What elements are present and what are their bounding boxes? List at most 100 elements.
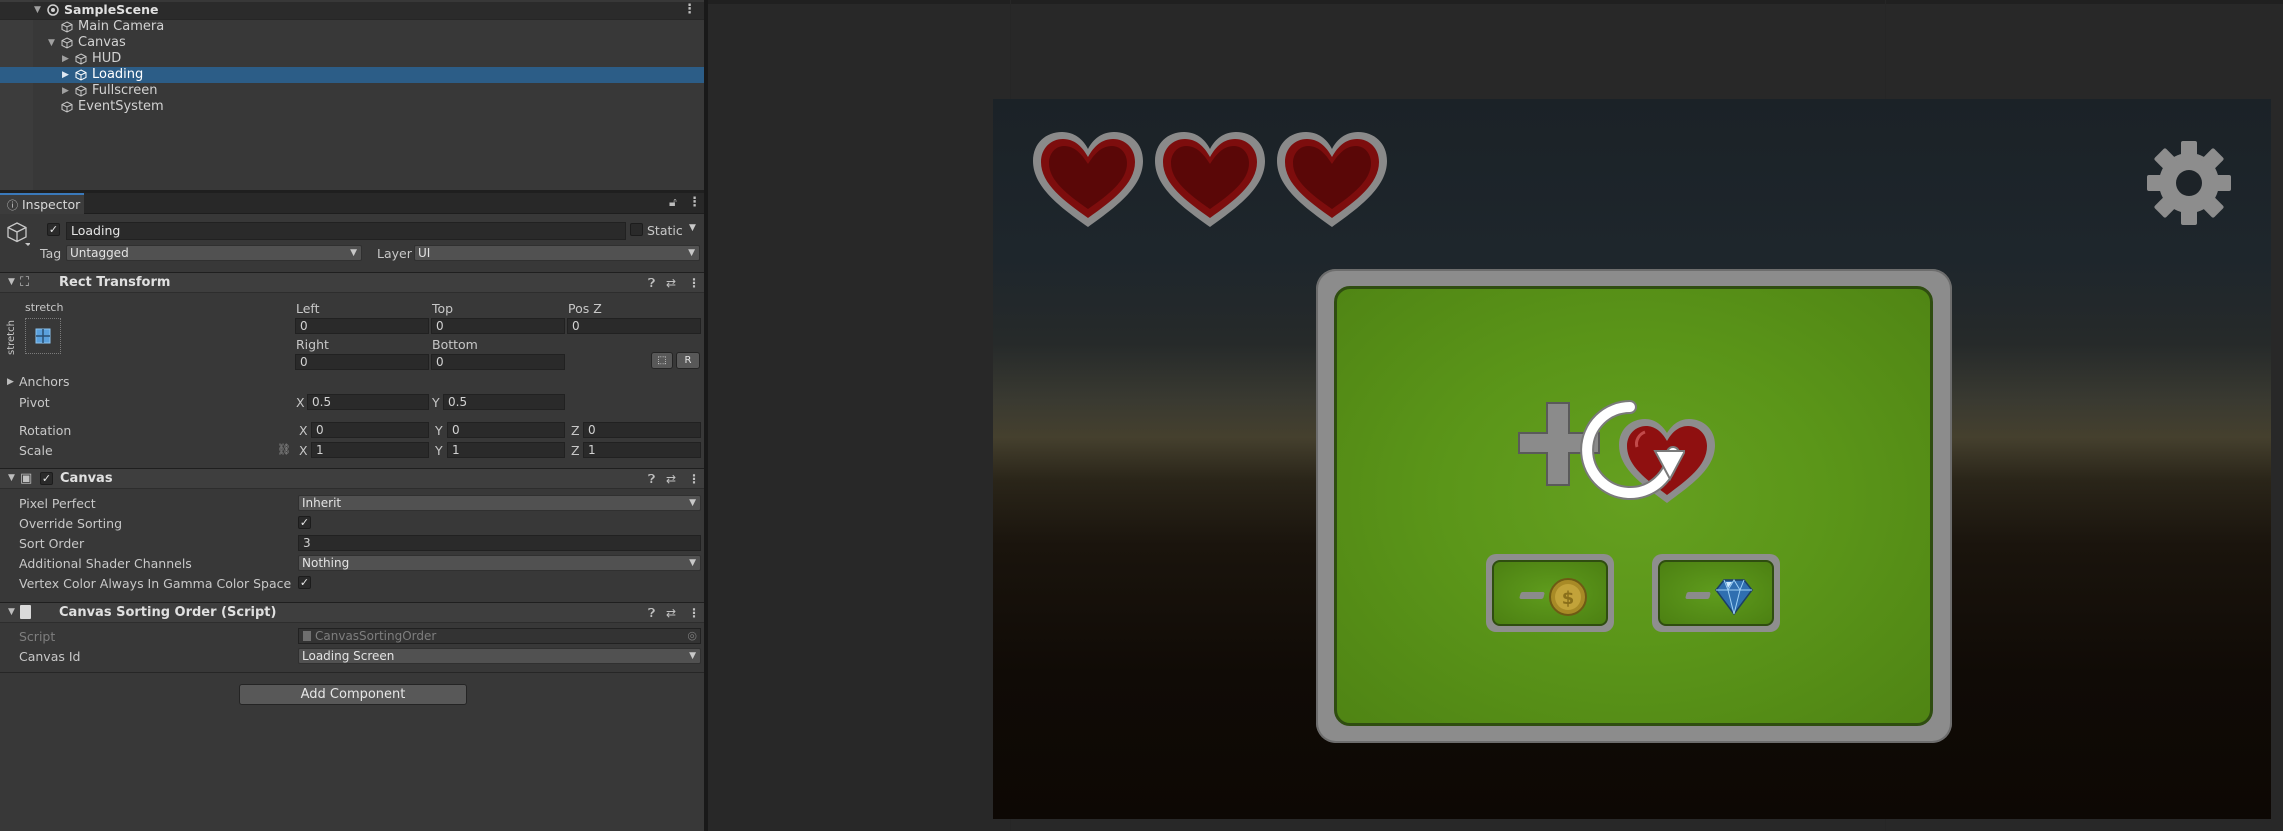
object-name-field[interactable]: Loading [66,222,626,240]
hierarchy-item-label: EventSystem [78,99,164,114]
override-sorting-checkbox[interactable]: ✓ [298,516,311,529]
vertex-color-checkbox[interactable]: ✓ [298,576,311,589]
scale-z-field[interactable]: 1 [583,442,701,458]
bottom-label: Bottom [432,337,478,352]
bottom-field[interactable]: 0 [431,354,565,370]
hierarchy-item-main-camera[interactable]: Main Camera [0,19,704,35]
left-label: Left [296,301,320,316]
help-icon[interactable]: ❓︎ [648,276,655,291]
left-field[interactable]: 0 [295,318,429,334]
axis-x-label: X [299,423,308,438]
hierarchy-item-hud[interactable]: ▶ HUD [0,51,704,67]
lock-icon[interactable]: 🔓︎ [669,195,677,210]
rotation-z-field[interactable]: 0 [583,422,701,438]
collapsed-triangle-icon[interactable]: ▶ [62,83,69,99]
heart-life-icon [1155,132,1265,227]
expand-triangle-icon[interactable]: ▼ [34,2,41,18]
foldout-arrow-icon[interactable]: ▼ [8,473,15,483]
canvas-component-header[interactable]: ▼ ▣ ✓ Canvas ❓︎ ⇄ ⋮ [0,468,704,489]
static-dropdown-icon[interactable]: ▼ [689,223,696,233]
presets-icon[interactable]: ⇄ [666,472,676,486]
chevron-down-icon: ▼ [350,248,357,258]
static-checkbox[interactable] [630,223,643,236]
scale-y-field[interactable]: 1 [447,442,565,458]
scale-x-field[interactable]: 1 [311,442,429,458]
sorting-script-header[interactable]: ▼ Canvas Sorting Order (Script) ❓︎ ⇄ ⋮ [0,602,704,623]
chevron-down-icon: ▼ [689,558,696,568]
axis-y-label: Y [432,395,440,410]
button-face: $ [1492,560,1608,626]
vertex-color-label: Vertex Color Always In Gamma Color Space [19,576,292,591]
layer-value: UI [418,246,431,260]
top-field[interactable]: 0 [431,318,565,334]
hierarchy-item-label: Fullscreen [92,83,158,98]
shader-channels-dropdown[interactable]: Nothing ▼ [298,555,701,571]
hierarchy-item-fullscreen[interactable]: ▶ Fullscreen [0,83,704,99]
minus-icon [1519,592,1545,599]
expand-triangle-icon[interactable]: ▼ [48,35,55,51]
rotation-y-field[interactable]: 0 [447,422,565,438]
canvas-id-label: Canvas Id [19,649,81,664]
hierarchy-scene-row[interactable]: ▼ SampleScene ⋮ [0,2,704,20]
sort-order-field[interactable]: 3 [298,535,701,551]
constrain-proportions-icon[interactable]: ⛓︎ [277,443,291,456]
presets-icon[interactable]: ⇄ [666,606,676,620]
right-field[interactable]: 0 [295,354,429,370]
component-menu-icon[interactable]: ⋮ [688,276,700,290]
gameobject-large-icon[interactable] [6,221,30,247]
pixel-perfect-value: Inherit [302,496,342,510]
pivot-y-field[interactable]: 0.5 [443,394,565,410]
layer-dropdown[interactable]: UI ▼ [414,245,700,261]
pixel-perfect-dropdown[interactable]: Inherit ▼ [298,495,701,511]
axis-x-label: X [296,395,305,410]
hierarchy-item-eventsystem[interactable]: EventSystem [0,99,704,115]
tag-label: Tag [40,246,62,261]
scene-menu-icon[interactable]: ⋮ [683,2,696,18]
foldout-arrow-icon[interactable]: ▼ [8,607,15,617]
gear-icon[interactable] [2145,139,2233,227]
posz-label: Pos Z [568,301,602,316]
divider [0,672,704,673]
inspector-tabbar [0,193,704,214]
component-menu-icon[interactable]: ⋮ [688,472,700,486]
pivot-x-field[interactable]: 0.5 [307,394,429,410]
static-label: Static [647,223,683,238]
canvas-id-dropdown[interactable]: Loading Screen ▼ [298,648,701,664]
blueprint-mode-button[interactable]: ⬚ [651,352,673,369]
anchors-label[interactable]: Anchors [19,374,70,389]
gameobject-icon [61,21,73,33]
component-menu-icon[interactable]: ⋮ [688,606,700,620]
raw-edit-button[interactable]: R [676,352,700,369]
collapsed-triangle-icon[interactable]: ▶ [62,67,69,83]
add-component-button[interactable]: Add Component [239,684,467,705]
help-icon[interactable]: ❓︎ [648,606,655,621]
foldout-arrow-icon[interactable]: ▼ [8,277,15,287]
coin-cost-button[interactable]: $ [1486,554,1614,632]
component-title: Canvas Sorting Order (Script) [59,605,277,620]
active-checkbox[interactable]: ✓ [47,223,60,236]
tag-dropdown[interactable]: Untagged ▼ [66,245,362,261]
chevron-down-icon: ▼ [689,651,696,661]
unity-scene-icon [47,4,59,16]
rotation-x-field[interactable]: 0 [311,422,429,438]
help-icon[interactable]: ❓︎ [648,472,655,487]
hierarchy-item-loading[interactable]: ▶ Loading [0,67,704,83]
anchor-presets-button[interactable] [25,318,61,354]
hierarchy-item-canvas[interactable]: ▼ Canvas [0,35,704,51]
game-canvas[interactable]: $ [993,99,2271,819]
rect-transform-header[interactable]: ▼ ⛶ Rect Transform ❓︎ ⇄ ⋮ [0,272,704,293]
hierarchy-item-label: Loading [92,67,144,82]
axis-x-label: X [299,443,308,458]
gem-icon [1715,579,1753,616]
component-enabled-checkbox[interactable]: ✓ [40,472,53,485]
gem-cost-button[interactable] [1652,554,1780,632]
collapsed-triangle-icon[interactable]: ▶ [62,51,69,67]
tab-inspector[interactable]: ⓘ Inspector [0,193,84,214]
minus-icon [1685,592,1711,599]
presets-icon[interactable]: ⇄ [666,276,676,290]
posz-field[interactable]: 0 [567,318,701,334]
anchors-foldout-icon[interactable]: ▶ [7,377,14,387]
gameobject-icon [61,101,73,113]
inspector-menu-icon[interactable]: ⋮ [688,195,701,210]
button-face [1658,560,1774,626]
